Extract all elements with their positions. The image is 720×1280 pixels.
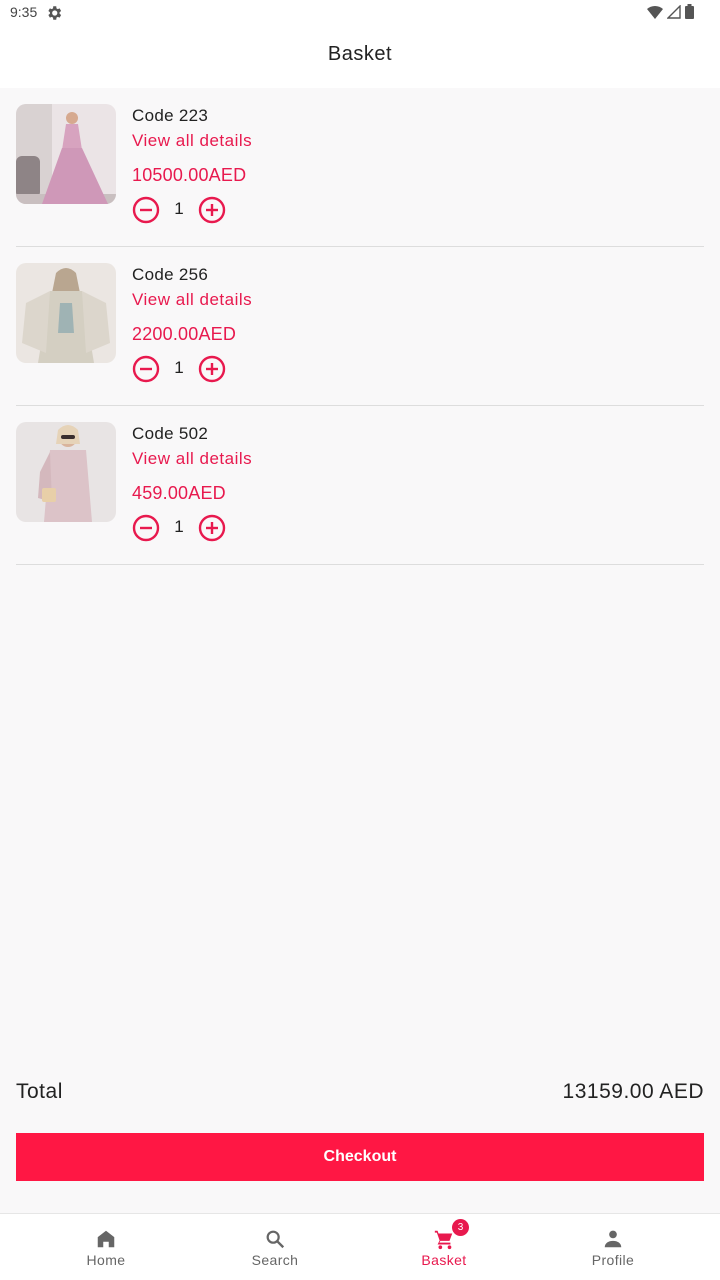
- total-label: Total: [16, 1080, 63, 1103]
- basket-item: Code 256 View all details 2200.00AED 1: [16, 247, 704, 406]
- product-image[interactable]: [16, 422, 116, 522]
- checkout-button[interactable]: Checkout: [16, 1133, 704, 1181]
- item-price: 459.00AED: [132, 483, 226, 503]
- wifi-icon: [647, 5, 663, 19]
- nav-label: Search: [251, 1252, 299, 1268]
- view-details-link[interactable]: View all details: [132, 290, 252, 310]
- nav-label: Basket: [421, 1252, 467, 1268]
- increase-quantity-icon[interactable]: [198, 355, 226, 383]
- quantity-value: 1: [174, 517, 184, 536]
- battery-icon: [685, 4, 694, 19]
- product-image[interactable]: [16, 263, 116, 363]
- nav-item-basket[interactable]: 3 Basket: [354, 1214, 534, 1280]
- person-icon: [604, 1230, 622, 1248]
- status-indicators: [647, 4, 694, 19]
- product-image[interactable]: [16, 104, 116, 204]
- page-title: Basket: [327, 43, 393, 65]
- nav-item-search[interactable]: Search: [185, 1214, 365, 1280]
- item-code: Code 223: [132, 106, 209, 125]
- quantity-value: 1: [174, 358, 184, 377]
- nav-label: Home: [86, 1252, 126, 1268]
- nav-item-profile[interactable]: Profile: [523, 1214, 703, 1280]
- bottom-nav: Home Search 3 Basket Profile: [0, 1213, 720, 1280]
- home-icon: [97, 1230, 115, 1248]
- decrease-quantity-icon[interactable]: [132, 355, 160, 383]
- signal-icon: [667, 4, 681, 19]
- status-bar: 9:35: [0, 0, 720, 26]
- view-details-link[interactable]: View all details: [132, 449, 252, 469]
- search-icon: [266, 1230, 285, 1249]
- decrease-quantity-icon[interactable]: [132, 514, 160, 542]
- basket-count-badge: 3: [452, 1219, 469, 1236]
- view-details-link[interactable]: View all details: [132, 131, 252, 151]
- quantity-value: 1: [174, 199, 184, 218]
- increase-quantity-icon[interactable]: [198, 514, 226, 542]
- nav-label: Profile: [591, 1252, 635, 1268]
- item-code: Code 502: [132, 424, 209, 443]
- basket-item: Code 223 View all details 10500.00AED 1: [16, 88, 704, 247]
- item-price: 10500.00AED: [132, 165, 247, 185]
- status-time: 9:35: [10, 4, 38, 20]
- settings-gear-icon: [48, 6, 62, 20]
- basket-item: Code 502 View all details 459.00AED 1: [16, 406, 704, 565]
- item-price: 2200.00AED: [132, 324, 237, 344]
- increase-quantity-icon[interactable]: [198, 196, 226, 224]
- app-bar: Basket: [0, 26, 720, 88]
- nav-item-home[interactable]: Home: [16, 1214, 196, 1280]
- item-code: Code 256: [132, 265, 209, 284]
- total-value: 13159.00 AED: [562, 1080, 704, 1103]
- cart-icon: [434, 1230, 453, 1250]
- decrease-quantity-icon[interactable]: [132, 196, 160, 224]
